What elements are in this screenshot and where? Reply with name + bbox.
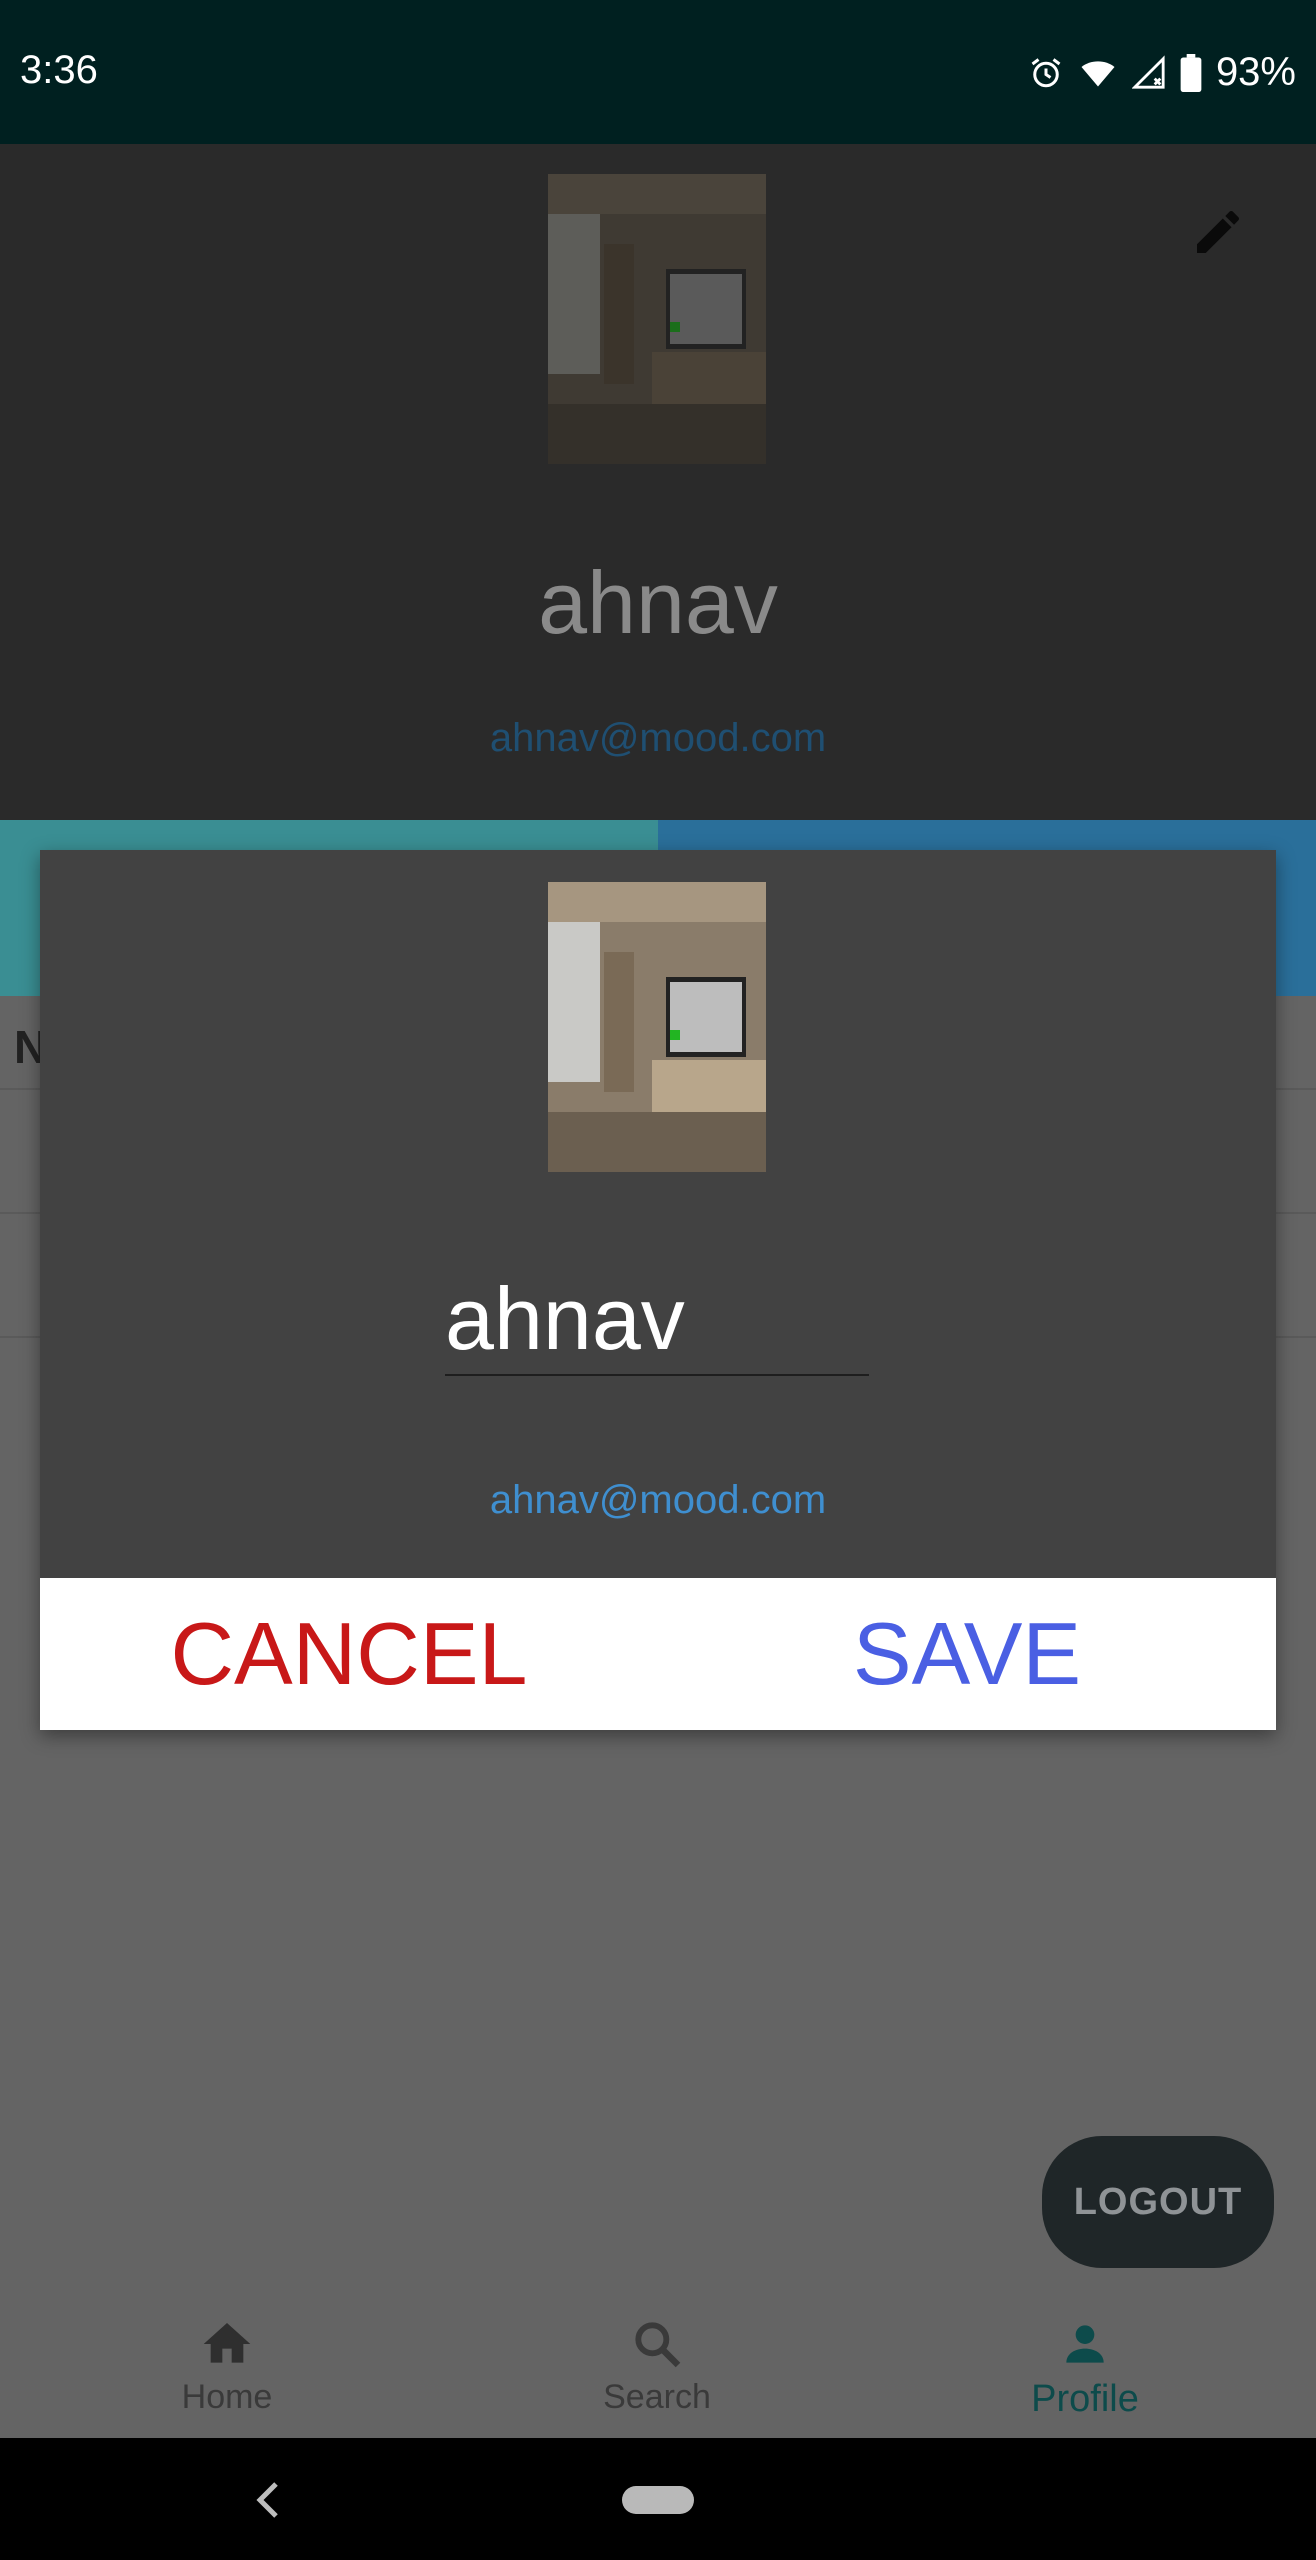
profile-header: ahnav ahnav@mood.com <box>0 144 1316 820</box>
nav-home[interactable]: Home <box>97 2316 357 2417</box>
profile-name: ahnav <box>538 553 778 652</box>
search-icon <box>635 2322 681 2368</box>
person-icon <box>1066 2325 1104 2363</box>
nav-home-label: Home <box>181 2378 273 2416</box>
screen: 3:36 93% ahnav ahnav@mood.com N LOGOUT H… <box>0 0 1316 2560</box>
bottom-nav: Home Search Profile <box>0 2290 1316 2438</box>
cancel-button[interactable]: CANCEL <box>40 1578 658 1730</box>
status-icons: 93% <box>1028 50 1296 95</box>
logout-button[interactable]: LOGOUT <box>1042 2136 1274 2268</box>
nav-profile-label: Profile <box>1031 2378 1139 2420</box>
edit-profile-dialog: ahnav@mood.com CANCEL SAVE <box>40 850 1276 1730</box>
dialog-avatar[interactable] <box>548 882 766 1172</box>
battery-icon <box>1180 53 1202 92</box>
nav-search-label: Search <box>603 2378 711 2416</box>
save-button[interactable]: SAVE <box>658 1578 1276 1730</box>
home-icon <box>203 2323 251 2363</box>
battery-percent: 93% <box>1215 50 1296 94</box>
nav-profile[interactable]: Profile <box>955 2316 1215 2421</box>
home-pill[interactable] <box>622 2486 694 2514</box>
edit-icon[interactable] <box>1190 204 1246 260</box>
system-nav-bar <box>0 2438 1316 2560</box>
status-time: 3:36 <box>20 48 98 92</box>
nav-search[interactable]: Search <box>527 2316 787 2417</box>
profile-email: ahnav@mood.com <box>489 716 827 760</box>
signal-icon <box>1131 54 1165 89</box>
back-icon[interactable] <box>250 2478 290 2522</box>
status-bar: 3:36 93% <box>0 0 1316 144</box>
name-input[interactable] <box>445 1270 869 1376</box>
wifi-icon <box>1081 60 1115 86</box>
alarm-icon <box>1031 57 1061 87</box>
dialog-actions: CANCEL SAVE <box>40 1578 1276 1730</box>
dialog-email: ahnav@mood.com <box>489 1478 827 1522</box>
avatar[interactable] <box>548 174 766 464</box>
